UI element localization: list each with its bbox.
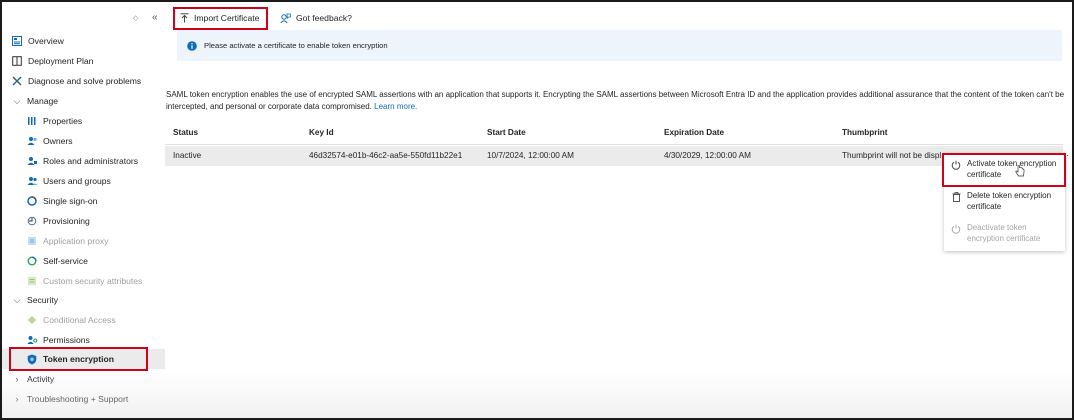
cell-expiration-date: 4/30/2029, 12:00:00 AM	[664, 151, 751, 160]
sidebar-item-users-groups[interactable]: Users and groups	[2, 171, 165, 191]
command-bar: Import Certificate Got feedback?	[172, 8, 1062, 30]
menu-item-delete[interactable]: Delete token encryption certificate	[944, 188, 1065, 216]
sidebar-item-label: Custom security attributes	[43, 276, 143, 286]
feedback-label: Got feedback?	[296, 13, 352, 23]
properties-icon	[26, 115, 38, 127]
cell-status: Inactive	[173, 151, 202, 160]
menu-item-label: Delete token encryption certificate	[967, 191, 1052, 211]
sidebar-item-app-proxy[interactable]: Application proxy	[2, 231, 165, 251]
conditional-access-icon	[26, 314, 38, 326]
provisioning-icon	[26, 215, 38, 227]
sidebar-group-troubleshooting[interactable]: › Troubleshooting + Support	[2, 389, 165, 409]
sidebar-item-label: Self-service	[43, 256, 88, 266]
power-icon	[950, 224, 962, 234]
collapse-sidebar-icon[interactable]: «	[152, 12, 158, 23]
sidebar-item-deployment-plan[interactable]: Deployment Plan	[2, 51, 165, 71]
sidebar-group-activity[interactable]: › Activity	[2, 369, 165, 389]
self-service-icon	[26, 255, 38, 267]
custom-attributes-icon	[26, 275, 38, 287]
highlight-box-activate	[942, 153, 1066, 187]
sidebar-group-security[interactable]: ⌵ Security	[2, 290, 165, 310]
sidebar-item-owners[interactable]: Owners	[2, 131, 165, 151]
description-line-2-container: intercepted, and personal or corporate d…	[166, 101, 1072, 113]
sidebar-top-controls: ◇ «	[2, 10, 165, 28]
sidebar-item-label: Roles and administrators	[43, 156, 139, 166]
sort-updown-icon[interactable]: ◇	[133, 14, 138, 22]
cell-key-id: 46d32574-e01b-46c2-aa5e-550fd11b22e1	[309, 151, 463, 160]
sidebar-item-label: Single sign-on	[43, 196, 98, 206]
sidebar-item-label: Overview	[28, 36, 64, 46]
feedback-button[interactable]: Got feedback?	[274, 8, 358, 28]
sidebar-item-label: Properties	[43, 116, 83, 126]
owners-icon	[26, 135, 38, 147]
column-header-status[interactable]: Status	[173, 128, 198, 137]
permissions-icon	[26, 334, 38, 346]
sidebar-item-custom-attributes[interactable]: Custom security attributes	[2, 271, 165, 291]
learn-more-link[interactable]: Learn more.	[374, 102, 417, 111]
sidebar-item-label: Provisioning	[43, 216, 90, 226]
wrench-icon	[11, 75, 23, 87]
chevron-right-icon: ›	[15, 374, 19, 384]
cell-thumbprint: Thumbprint will not be displ	[842, 151, 942, 160]
sidebar-item-label: Conditional Access	[43, 315, 116, 325]
sidebar-group-manage[interactable]: ⌵ Manage	[2, 91, 165, 111]
app-proxy-icon	[26, 235, 38, 247]
description-line-2: intercepted, and personal or corporate d…	[166, 102, 372, 111]
menu-item-label: Deactivate token encryption certificate	[967, 223, 1041, 243]
description-line-1: SAML token encryption enables the use of…	[166, 90, 1065, 99]
app-window: ◇ « Overview Deployment Plan Diagnose an…	[0, 0, 1074, 420]
info-banner: Please activate a certificate to enable …	[177, 30, 1062, 61]
cell-start-date: 10/7/2024, 12:00:00 AM	[487, 151, 574, 160]
menu-item-deactivate[interactable]: Deactivate token encryption certificate	[944, 220, 1065, 248]
column-header-key-id[interactable]: Key Id	[309, 128, 334, 137]
highlight-box-import	[173, 7, 268, 30]
description-text: SAML token encryption enables the use of…	[166, 89, 1072, 113]
row-more-icon[interactable]: ·	[1066, 150, 1069, 160]
hand-pointer-icon	[1015, 164, 1025, 179]
info-icon	[187, 40, 197, 51]
column-header-expiration-date[interactable]: Expiration Date	[664, 128, 724, 137]
trash-icon	[950, 192, 962, 202]
overview-icon	[11, 35, 23, 47]
banner-text: Please activate a certificate to enable …	[204, 41, 388, 50]
sidebar-item-label: Application proxy	[43, 236, 109, 246]
sidebar-item-label: Diagnose and solve problems	[28, 76, 142, 86]
sidebar-group-label: Activity	[27, 374, 55, 384]
chevron-down-icon: ⌵	[13, 95, 21, 106]
sidebar-item-label: Deployment Plan	[28, 56, 94, 66]
sidebar-item-properties[interactable]: Properties	[2, 111, 165, 131]
sidebar-item-label: Permissions	[43, 335, 90, 345]
roles-icon	[26, 155, 38, 167]
column-header-start-date[interactable]: Start Date	[487, 128, 526, 137]
sidebar-item-provisioning[interactable]: Provisioning	[2, 211, 165, 231]
sidebar-item-label: Owners	[43, 136, 73, 146]
sidebar-item-overview[interactable]: Overview	[2, 31, 165, 51]
sso-icon	[26, 195, 38, 207]
highlight-box-token-encryption	[9, 347, 148, 371]
sidebar-group-label: Security	[27, 295, 59, 305]
sidebar: ◇ « Overview Deployment Plan Diagnose an…	[2, 2, 165, 418]
sidebar-group-label: Troubleshooting + Support	[27, 394, 129, 404]
users-icon	[26, 175, 38, 187]
sidebar-item-diagnose[interactable]: Diagnose and solve problems	[2, 71, 165, 91]
sidebar-item-label: Users and groups	[43, 176, 111, 186]
sidebar-group-label: Manage	[27, 96, 59, 106]
sidebar-item-roles[interactable]: Roles and administrators	[2, 151, 165, 171]
column-header-thumbprint[interactable]: Thumbprint	[842, 128, 887, 137]
chevron-down-icon: ⌵	[13, 294, 21, 305]
book-icon	[11, 55, 23, 67]
sidebar-item-sso[interactable]: Single sign-on	[2, 191, 165, 211]
sidebar-item-conditional-access[interactable]: Conditional Access	[2, 310, 165, 330]
chevron-right-icon: ›	[15, 394, 19, 404]
table-header-divider	[165, 144, 1063, 145]
sidebar-item-self-service[interactable]: Self-service	[2, 251, 165, 271]
feedback-icon	[280, 13, 291, 24]
